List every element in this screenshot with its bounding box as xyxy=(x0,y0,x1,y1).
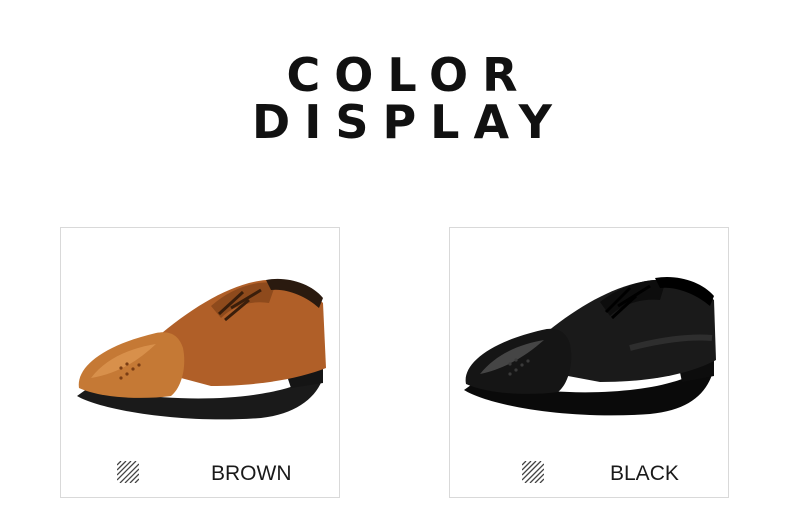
color-label-brown: BROWN xyxy=(211,462,292,485)
diagonal-stripes-icon xyxy=(522,461,544,483)
heading-color: COLOR xyxy=(286,48,532,102)
heading-display: DISPLAY xyxy=(252,95,566,149)
color-option-black[interactable]: BLACK xyxy=(449,227,729,498)
black-shoe-image xyxy=(464,276,716,416)
color-label-black: BLACK xyxy=(610,462,679,485)
diagonal-stripes-icon xyxy=(117,461,139,483)
brown-shoe-image xyxy=(77,278,326,420)
color-option-brown[interactable]: BROWN xyxy=(60,227,340,498)
